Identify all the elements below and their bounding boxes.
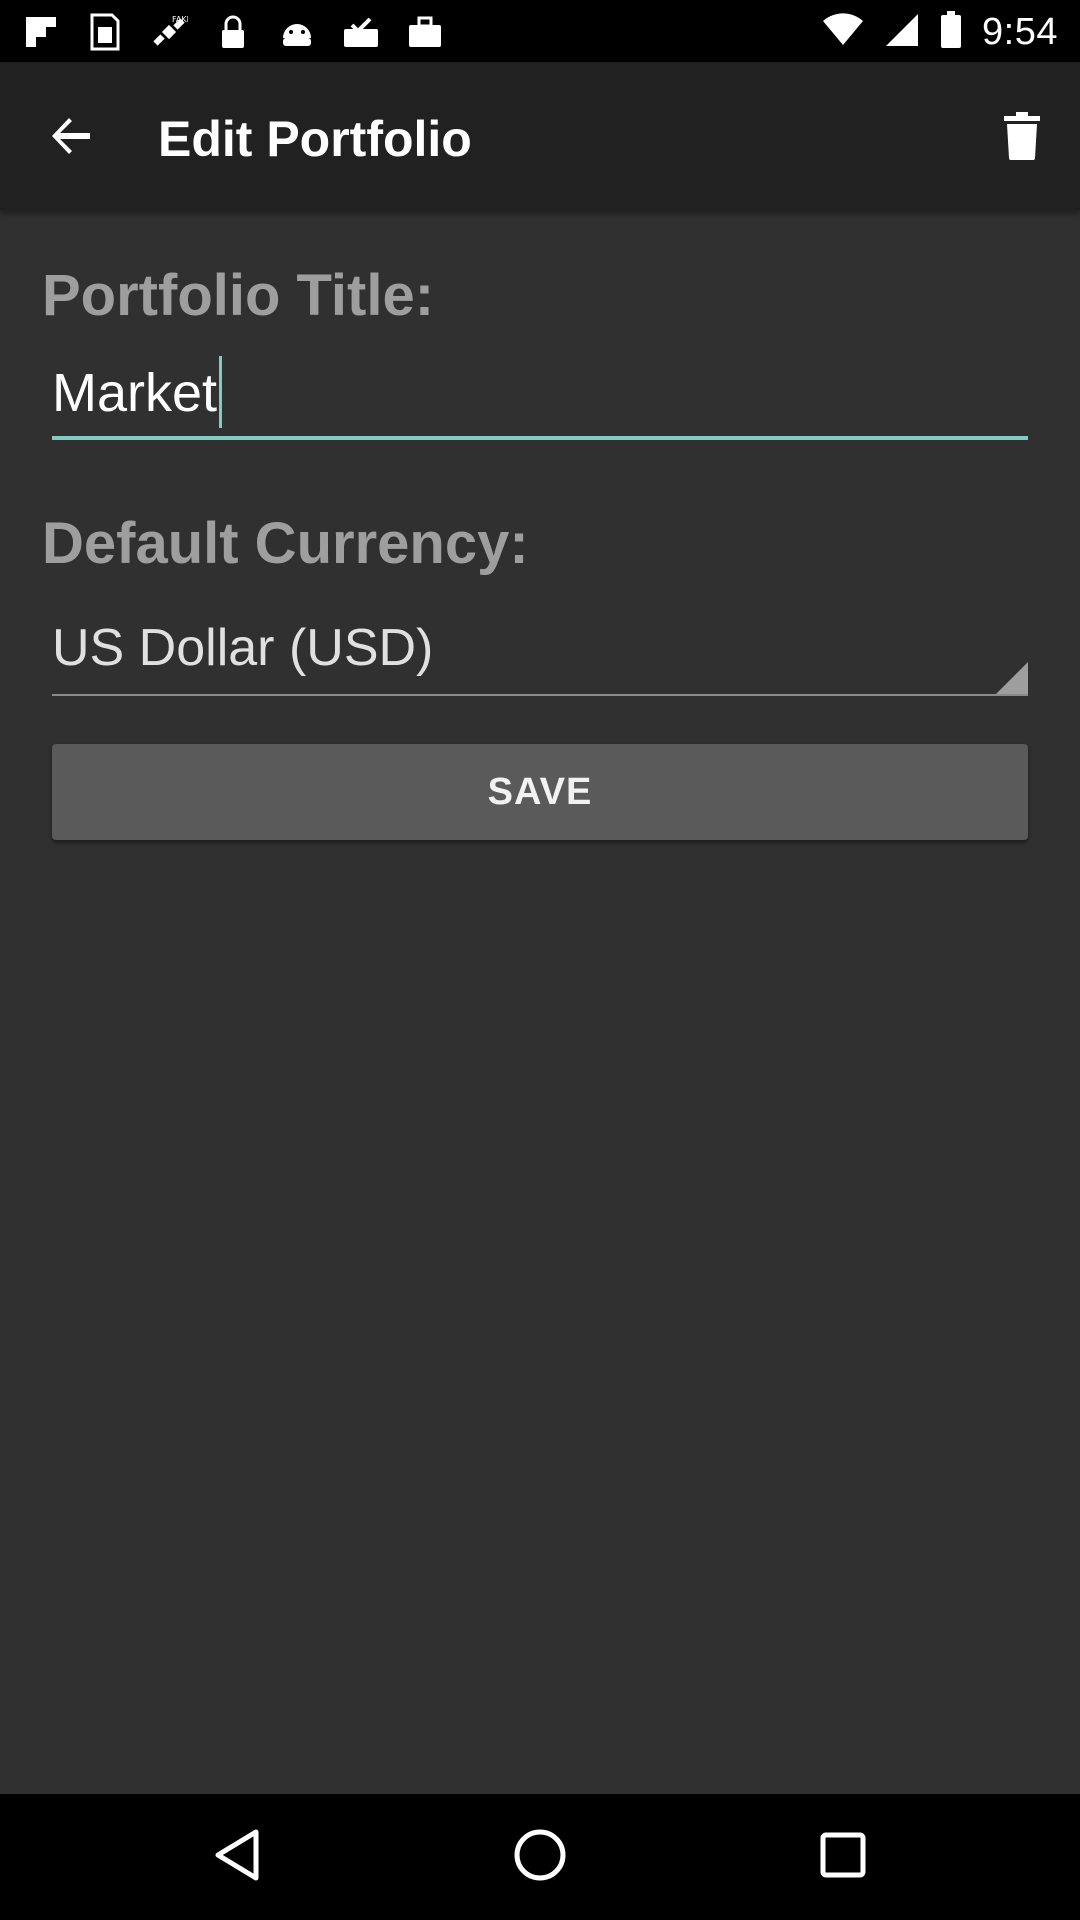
- nav-back-button[interactable]: [204, 1824, 270, 1890]
- arrow-back-icon: [50, 114, 94, 163]
- page-title: Edit Portfolio: [158, 111, 472, 167]
- inbox-check-icon: [342, 13, 380, 51]
- portfolio-title-input[interactable]: Market: [52, 350, 1028, 440]
- currency-dropdown[interactable]: US Dollar (USD): [52, 600, 1028, 696]
- app-bar: Edit Portfolio: [0, 62, 1080, 210]
- signal-icon: [884, 12, 920, 53]
- back-button[interactable]: [36, 102, 108, 174]
- notification-icons: FAKE: [22, 12, 444, 52]
- dropdown-indicator-icon: [996, 662, 1028, 694]
- flipboard-icon: [22, 13, 60, 51]
- status-bar: FAKE 9:54: [0, 0, 1080, 62]
- home-circle-icon: [513, 1828, 567, 1887]
- status-time: 9:54: [982, 10, 1058, 53]
- satellite-fake-gps-icon: FAKE: [150, 13, 188, 51]
- briefcase-icon: [406, 13, 444, 51]
- back-triangle-icon: [212, 1828, 262, 1887]
- lock-icon: [214, 13, 252, 51]
- text-cursor: [219, 356, 223, 428]
- default-currency-label: Default Currency:: [42, 511, 529, 576]
- sim-card-icon: [86, 13, 124, 51]
- currency-selected-value: US Dollar (USD): [52, 619, 434, 677]
- trash-icon: [1004, 111, 1040, 165]
- nav-recents-button[interactable]: [810, 1824, 876, 1890]
- delete-button[interactable]: [986, 102, 1058, 174]
- portfolio-title-value: Market: [52, 363, 218, 423]
- svg-text:FAKE: FAKE: [172, 15, 188, 24]
- portfolio-title-label: Portfolio Title:: [42, 263, 435, 328]
- navigation-bar: [0, 1794, 1080, 1920]
- recents-square-icon: [819, 1831, 867, 1884]
- battery-icon: [940, 10, 962, 54]
- android-debug-icon: [278, 13, 316, 51]
- save-button[interactable]: SAVE: [52, 744, 1028, 840]
- system-status: 9:54: [822, 10, 1058, 54]
- nav-home-button[interactable]: [507, 1824, 573, 1890]
- wifi-icon: [822, 12, 864, 52]
